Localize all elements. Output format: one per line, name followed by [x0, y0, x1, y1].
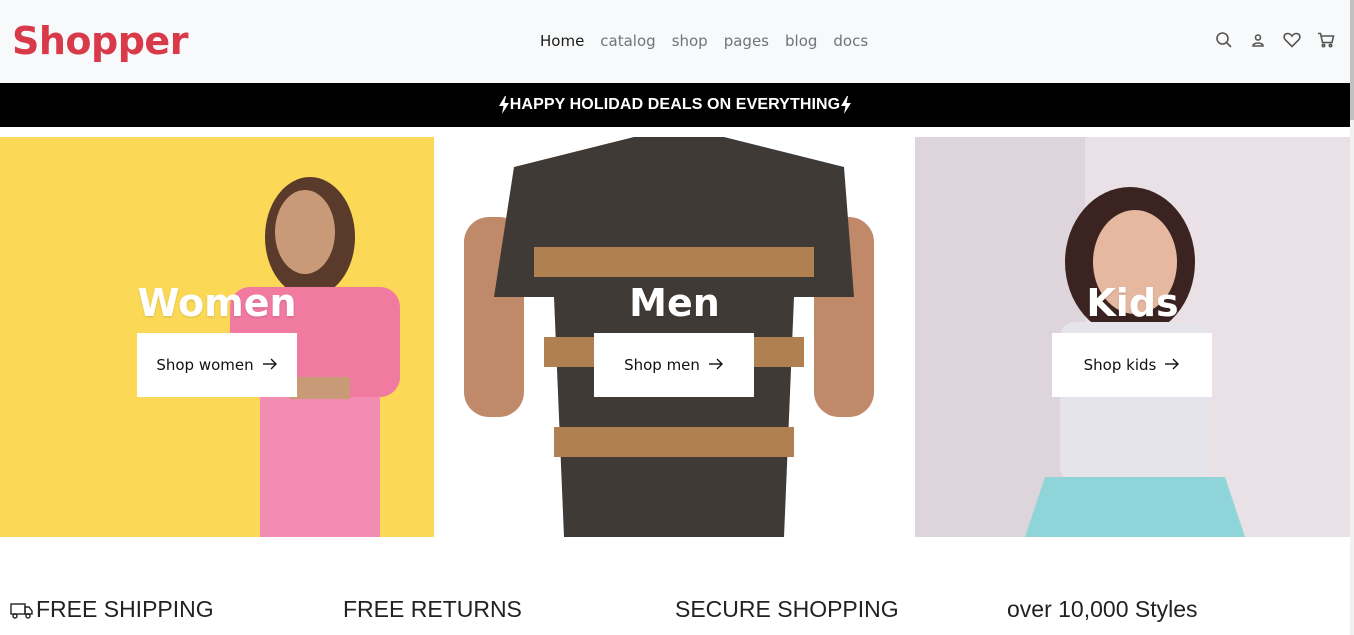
- nav-item-pages[interactable]: pages: [724, 30, 769, 52]
- category-tile-men[interactable]: Men Shop men: [434, 137, 915, 537]
- header-icons: [1214, 30, 1336, 50]
- feature-secure-shopping: SECURE SHOPPING: [675, 596, 899, 622]
- bolt-icon: [498, 96, 510, 114]
- heart-icon[interactable]: [1282, 30, 1302, 50]
- shop-men-button[interactable]: Shop men: [594, 333, 754, 397]
- cart-icon[interactable]: [1316, 30, 1336, 50]
- category-title-women: Women: [137, 281, 297, 325]
- shop-women-button[interactable]: Shop women: [137, 333, 297, 397]
- search-icon[interactable]: [1214, 30, 1234, 50]
- scrollbar-thumb[interactable]: [1350, 0, 1354, 120]
- shop-women-label: Shop women: [156, 356, 254, 374]
- nav-item-catalog[interactable]: catalog: [600, 30, 655, 52]
- page-scrollbar[interactable]: [1350, 0, 1354, 635]
- feature-free-returns: FREE RETURNS: [343, 596, 522, 622]
- site-header: Shopper Home catalog shop pages blog doc…: [0, 0, 1350, 83]
- brand-logo[interactable]: Shopper: [12, 16, 188, 66]
- features-row: FREE SHIPPING FREE RETURNS SECURE SHOPPI…: [0, 595, 1350, 625]
- nav-item-home[interactable]: Home: [540, 30, 584, 52]
- main-nav: Home catalog shop pages blog docs: [540, 30, 868, 52]
- arrow-right-icon: [1164, 356, 1180, 374]
- announcement-bar: HAPPY HOLIDAD DEALS ON EVERYTHING: [0, 83, 1350, 127]
- arrow-right-icon: [708, 356, 724, 374]
- nav-item-docs[interactable]: docs: [833, 30, 868, 52]
- category-title-men: Men: [629, 281, 720, 325]
- shop-kids-button[interactable]: Shop kids: [1052, 333, 1212, 397]
- truck-icon: [10, 598, 34, 626]
- category-tile-women[interactable]: Women Shop women: [0, 137, 434, 537]
- shop-men-label: Shop men: [624, 356, 700, 374]
- shop-kids-label: Shop kids: [1083, 356, 1157, 374]
- feature-free-shipping: FREE SHIPPING: [10, 595, 214, 626]
- feature-label: FREE SHIPPING: [36, 596, 214, 622]
- arrow-right-icon: [262, 356, 278, 374]
- category-tile-kids[interactable]: Kids Shop kids: [915, 137, 1350, 537]
- announcement-text: HAPPY HOLIDAD DEALS ON EVERYTHING: [509, 96, 841, 113]
- nav-item-shop[interactable]: shop: [672, 30, 708, 52]
- nav-item-blog[interactable]: blog: [785, 30, 817, 52]
- user-icon[interactable]: [1248, 30, 1268, 50]
- bolt-icon: [840, 96, 852, 114]
- category-title-kids: Kids: [1086, 281, 1179, 325]
- feature-styles-count: over 10,000 Styles: [1007, 596, 1198, 622]
